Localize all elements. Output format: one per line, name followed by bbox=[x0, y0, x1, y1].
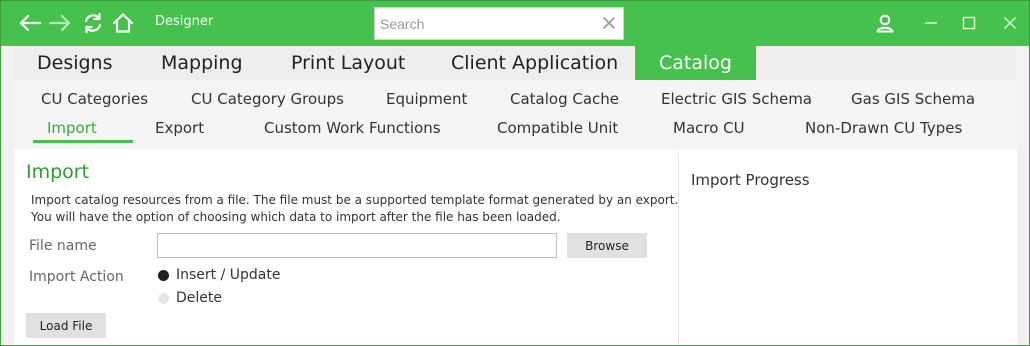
subtab-catalog-cache[interactable]: Catalog Cache bbox=[510, 90, 619, 108]
import-progress-title: Import Progress bbox=[691, 171, 810, 189]
main-tab-bar: Designs Mapping Print Layout Client Appl… bbox=[14, 46, 1017, 80]
app-window: Designer Designs Mapping Print Layout Cl… bbox=[0, 0, 1030, 346]
clear-search-icon[interactable] bbox=[601, 15, 617, 31]
import-progress-panel: Import Progress bbox=[679, 149, 1017, 345]
tab-client-application[interactable]: Client Application bbox=[451, 46, 618, 80]
load-file-button[interactable]: Load File bbox=[26, 313, 106, 338]
search-input[interactable] bbox=[375, 8, 600, 39]
subtab-cu-category-groups[interactable]: CU Category Groups bbox=[191, 90, 344, 108]
tab-designs[interactable]: Designs bbox=[37, 46, 113, 80]
subtab-compatible-unit[interactable]: Compatible Unit bbox=[497, 119, 618, 137]
tab-catalog[interactable]: Catalog bbox=[635, 46, 756, 80]
subtab-non-drawn-cu-types[interactable]: Non-Drawn CU Types bbox=[805, 119, 962, 137]
import-action-label: Import Action bbox=[29, 269, 124, 285]
browse-button[interactable]: Browse bbox=[567, 233, 647, 258]
active-subtab-indicator bbox=[33, 140, 133, 143]
home-icon[interactable] bbox=[110, 10, 136, 36]
app-title: Designer bbox=[155, 14, 214, 29]
browse-button-label: Browse bbox=[585, 238, 629, 253]
tab-print-layout[interactable]: Print Layout bbox=[291, 46, 405, 80]
delete-label[interactable]: Delete bbox=[176, 290, 222, 306]
subtab-cu-categories[interactable]: CU Categories bbox=[41, 90, 148, 108]
back-arrow-icon[interactable] bbox=[17, 10, 43, 36]
subtab-export[interactable]: Export bbox=[155, 119, 204, 137]
file-name-field[interactable] bbox=[157, 233, 557, 258]
catalog-sub-nav: CU Categories CU Category Groups Equipme… bbox=[14, 80, 1017, 149]
search-box bbox=[374, 7, 624, 40]
delete-radio[interactable] bbox=[158, 293, 169, 304]
subtab-import[interactable]: Import bbox=[47, 119, 97, 137]
insert-update-radio[interactable] bbox=[158, 270, 169, 281]
forward-arrow-icon[interactable] bbox=[47, 10, 73, 36]
subtab-custom-work-functions[interactable]: Custom Work Functions bbox=[264, 119, 441, 137]
import-title: Import bbox=[26, 161, 90, 183]
minimize-icon[interactable] bbox=[918, 10, 944, 36]
import-panel: Import Import catalog resources from a f… bbox=[14, 149, 678, 345]
title-bar: Designer bbox=[1, 1, 1029, 46]
refresh-icon[interactable] bbox=[80, 10, 106, 36]
user-icon[interactable] bbox=[872, 10, 898, 36]
import-description: Import catalog resources from a file. Th… bbox=[31, 193, 679, 224]
subtab-gas-gis-schema[interactable]: Gas GIS Schema bbox=[851, 90, 975, 108]
subtab-equipment[interactable]: Equipment bbox=[386, 90, 467, 108]
close-icon[interactable] bbox=[997, 10, 1023, 36]
subtab-electric-gis-schema[interactable]: Electric GIS Schema bbox=[661, 90, 812, 108]
subtab-macro-cu[interactable]: Macro CU bbox=[673, 119, 745, 137]
maximize-icon[interactable] bbox=[956, 10, 982, 36]
insert-update-label[interactable]: Insert / Update bbox=[176, 267, 280, 283]
file-name-label: File name bbox=[29, 238, 97, 254]
tab-mapping[interactable]: Mapping bbox=[161, 46, 243, 80]
load-file-button-label: Load File bbox=[39, 318, 93, 333]
